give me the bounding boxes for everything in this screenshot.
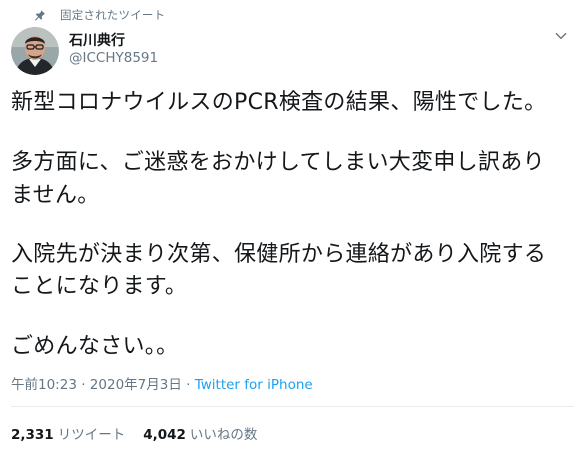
retweets-stat[interactable]: 2,331 リツイート — [11, 423, 125, 443]
retweets-label: リツイート — [57, 427, 126, 443]
tweet-stats: 2,331 リツイート 4,042 いいねの数 — [11, 423, 257, 443]
divider — [11, 406, 574, 407]
tweet-meta: 午前10:23 · 2020年7月3日 · Twitter for iPhone — [11, 373, 313, 393]
avatar[interactable] — [11, 27, 59, 75]
tweet-text-line: ことになります。 — [11, 274, 188, 299]
author-handle[interactable]: @ICCHY8591 — [69, 50, 158, 66]
author-name[interactable]: 石川典行 — [69, 30, 125, 50]
tweet-date[interactable]: 2020年7月3日 — [90, 377, 182, 393]
meta-separator: · — [81, 377, 86, 393]
tweet-text-line: 新型コロナウイルスのPCR検査の結果、陽性でした。 — [11, 90, 547, 115]
pinned-label: 固定されたツイート — [60, 8, 166, 22]
likes-label: いいねの数 — [189, 427, 258, 443]
meta-separator: · — [186, 377, 191, 393]
pin-icon — [20, 6, 46, 24]
likes-count: 4,042 — [143, 427, 186, 443]
tweet-text-line: 入院先が決まり次第、保健所から連絡があり入院する — [11, 242, 547, 267]
pinned-tweet-indicator: 固定されたツイート — [20, 6, 165, 24]
likes-stat[interactable]: 4,042 いいねの数 — [143, 423, 257, 443]
more-options-chevron-icon[interactable] — [551, 26, 571, 46]
tweet-text-line: 多方面に、ご迷惑をおかけしてしまい大変申し訳あり — [11, 150, 545, 175]
tweet-time[interactable]: 午前10:23 — [11, 377, 77, 393]
tweet-source-link[interactable]: Twitter for iPhone — [195, 377, 313, 393]
tweet-text-line: ごめんなさい。。 — [11, 334, 179, 359]
retweets-count: 2,331 — [11, 427, 54, 443]
tweet-text-line: ません。 — [11, 183, 100, 208]
avatar-photo-icon — [11, 27, 59, 75]
